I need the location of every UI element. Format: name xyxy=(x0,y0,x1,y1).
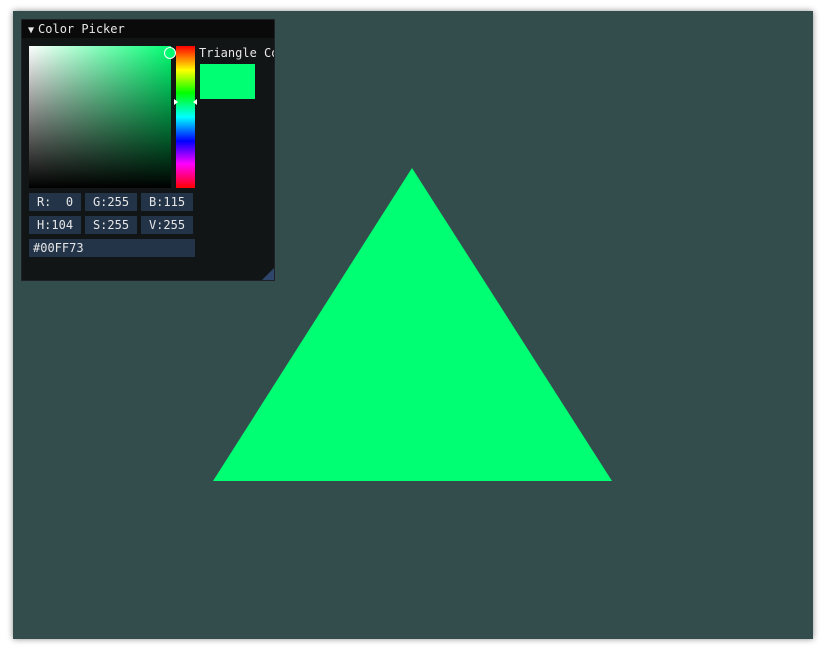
preview-label: Triangle Co xyxy=(199,46,274,60)
hue-arrow-right-icon[interactable] xyxy=(193,99,197,105)
sv-cursor-handle[interactable] xyxy=(164,47,176,59)
hue-field[interactable]: H:104 xyxy=(29,216,81,234)
triangle-down-icon[interactable]: ▼ xyxy=(28,22,34,40)
blue-field[interactable]: B:115 xyxy=(141,193,193,211)
render-window: ▼ Color Picker Triangle Co R: 0 G:255 B:1… xyxy=(13,11,813,639)
resize-grip[interactable] xyxy=(262,268,274,280)
green-field[interactable]: G:255 xyxy=(85,193,137,211)
red-field[interactable]: R: 0 xyxy=(29,193,81,211)
value-field[interactable]: V:255 xyxy=(141,216,193,234)
panel-title: Color Picker xyxy=(38,22,125,36)
color-picker-panel: ▼ Color Picker Triangle Co R: 0 G:255 B:1… xyxy=(21,19,275,281)
hue-slider[interactable] xyxy=(176,46,195,188)
hex-input[interactable]: #00FF73 xyxy=(29,239,195,257)
saturation-value-square[interactable] xyxy=(29,46,171,188)
color-preview-swatch[interactable] xyxy=(200,64,255,99)
panel-title-bar[interactable]: ▼ Color Picker xyxy=(22,20,274,38)
hue-arrow-left-icon[interactable] xyxy=(174,99,178,105)
saturation-field[interactable]: S:255 xyxy=(85,216,137,234)
